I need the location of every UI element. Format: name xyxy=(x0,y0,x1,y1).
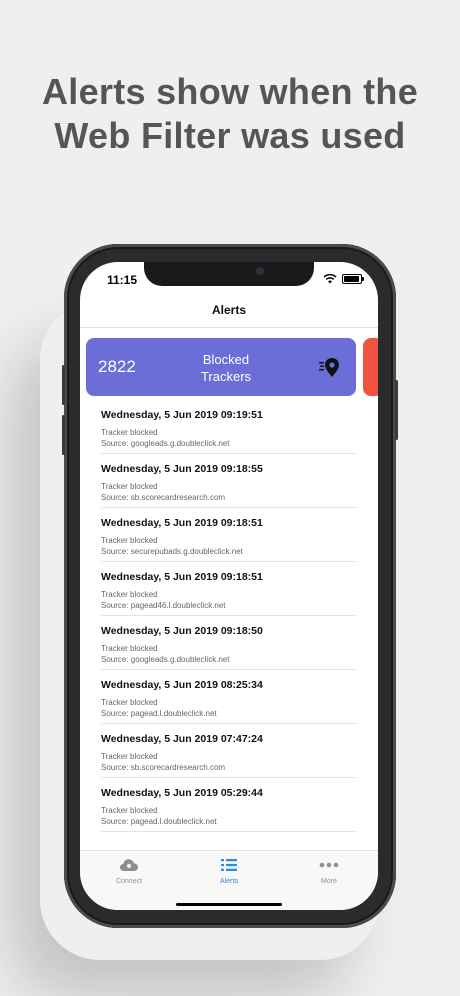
tracker-icon xyxy=(319,358,339,377)
battery-icon xyxy=(342,274,364,284)
alert-source: Source: googleads.g.doubleclick.net xyxy=(101,439,230,448)
alert-status: Tracker blocked xyxy=(101,644,158,653)
tab-connect[interactable]: Connect xyxy=(94,857,164,885)
alert-status: Tracker blocked xyxy=(101,428,158,437)
alert-timestamp: Wednesday, 5 Jun 2019 07:47:24 xyxy=(101,733,263,745)
alert-timestamp: Wednesday, 5 Jun 2019 09:18:50 xyxy=(101,625,263,637)
tab-connect-label: Connect xyxy=(115,878,143,885)
alert-item[interactable]: Wednesday, 5 Jun 2019 05:29:44 Tracker b… xyxy=(80,778,378,832)
alert-timestamp: Wednesday, 5 Jun 2019 09:19:51 xyxy=(101,409,263,421)
alert-timestamp: Wednesday, 5 Jun 2019 09:18:55 xyxy=(101,463,263,475)
volume-down-button xyxy=(62,415,65,455)
alert-item[interactable]: Wednesday, 5 Jun 2019 09:18:51 Tracker b… xyxy=(80,508,378,562)
alert-item[interactable]: Wednesday, 5 Jun 2019 09:18:51 Tracker b… xyxy=(80,562,378,616)
status-time: 11:15 xyxy=(107,273,138,287)
tab-bar: Connect Alerts More xyxy=(80,850,378,910)
alert-timestamp: Wednesday, 5 Jun 2019 09:18:51 xyxy=(101,571,263,583)
alert-status: Tracker blocked xyxy=(101,806,158,815)
card-label: Blocked Trackers xyxy=(182,351,270,385)
nav-title: Alerts xyxy=(211,303,246,317)
alert-status: Tracker blocked xyxy=(101,536,158,545)
alert-item[interactable]: Wednesday, 5 Jun 2019 09:18:55 Tracker b… xyxy=(80,454,378,508)
notch xyxy=(144,262,314,286)
alert-item[interactable]: Wednesday, 5 Jun 2019 07:47:24 Tracker b… xyxy=(80,724,378,778)
headline: Alerts show when the Web Filter was used xyxy=(0,70,460,158)
alert-status: Tracker blocked xyxy=(101,590,158,599)
alert-source: Source: securepubads.g.doubleclick.net xyxy=(101,547,243,556)
alert-timestamp: Wednesday, 5 Jun 2019 05:29:44 xyxy=(101,787,263,799)
phone-screen: 11:15 Alerts 2822 Blocked Trackers Wedne… xyxy=(80,262,378,910)
nav-separator xyxy=(80,327,378,328)
card-label-line-1: Blocked xyxy=(202,352,250,367)
tab-alerts-label: Alerts xyxy=(220,878,238,885)
alert-status: Tracker blocked xyxy=(101,752,158,761)
alert-source: Source: pagead46.l.doubleclick.net xyxy=(101,601,226,610)
camera xyxy=(256,267,264,275)
alert-item[interactable]: Wednesday, 5 Jun 2019 08:25:34 Tracker b… xyxy=(80,670,378,724)
alert-timestamp: Wednesday, 5 Jun 2019 09:18:51 xyxy=(101,517,263,529)
list-icon xyxy=(221,859,237,871)
wifi-icon xyxy=(323,274,337,284)
ellipsis-icon xyxy=(319,862,339,868)
tab-more-label: More xyxy=(321,878,337,885)
blocked-trackers-card[interactable]: 2822 Blocked Trackers xyxy=(86,338,356,396)
row-separator xyxy=(101,831,356,832)
alert-timestamp: Wednesday, 5 Jun 2019 08:25:34 xyxy=(101,679,263,691)
alert-status: Tracker blocked xyxy=(101,482,158,491)
alert-source: Source: pagead.l.doubleclick.net xyxy=(101,709,217,718)
power-button xyxy=(395,380,398,440)
blocked-count: 2822 xyxy=(98,357,136,376)
headline-line-1: Alerts show when the xyxy=(41,71,419,112)
alert-source: Source: googleads.g.doubleclick.net xyxy=(101,655,230,664)
home-indicator xyxy=(176,903,282,906)
alert-item[interactable]: Wednesday, 5 Jun 2019 09:19:51 Tracker b… xyxy=(80,400,378,454)
alert-source: Source: sb.scorecardresearch.com xyxy=(101,493,226,502)
alerts-list: Wednesday, 5 Jun 2019 09:19:51 Tracker b… xyxy=(80,400,378,832)
headline-line-2: Web Filter was used xyxy=(54,115,406,156)
alert-source: Source: pagead.l.doubleclick.net xyxy=(101,817,217,826)
tab-alerts[interactable]: Alerts xyxy=(194,857,264,885)
alert-source: Source: sb.scorecardresearch.com xyxy=(101,763,226,772)
alert-status: Tracker blocked xyxy=(101,698,158,707)
alert-item[interactable]: Wednesday, 5 Jun 2019 09:18:50 Tracker b… xyxy=(80,616,378,670)
tab-more[interactable]: More xyxy=(294,857,364,885)
volume-up-button xyxy=(62,365,65,405)
cloud-icon xyxy=(120,859,138,871)
status-icons xyxy=(323,274,364,284)
next-card-peek[interactable] xyxy=(363,338,378,396)
card-label-line-2: Trackers xyxy=(200,369,252,384)
